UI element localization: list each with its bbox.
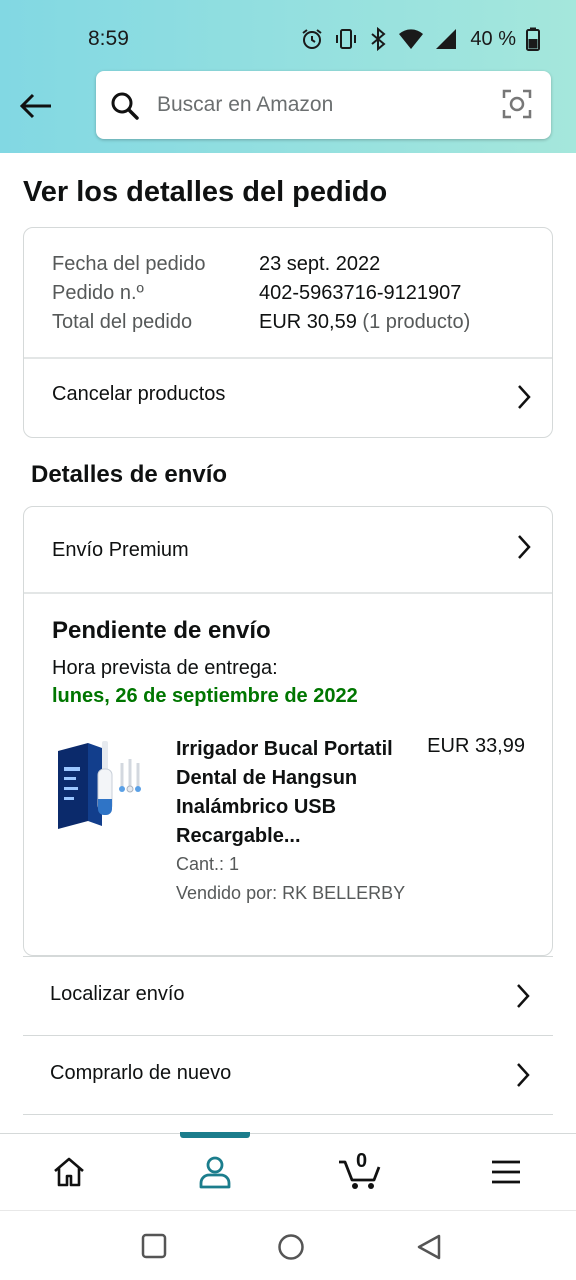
order-total-label: Total del pedido <box>52 311 193 333</box>
next-row-partial <box>23 1114 553 1134</box>
signal-icon <box>434 27 458 51</box>
shipping-method-label: Envío Premium <box>52 539 189 561</box>
cancel-items-label: Cancelar productos <box>52 383 226 405</box>
status-bar: 8:59 40 % <box>0 0 576 64</box>
order-summary-card: Fecha del pedido 23 sept. 2022 Pedido n.… <box>23 227 553 438</box>
buy-again-label: Comprarlo de nuevo <box>50 1062 232 1084</box>
search-icon <box>110 91 140 126</box>
divider <box>24 592 552 594</box>
home-button[interactable] <box>277 1233 305 1266</box>
page-title: Ver los detalles del pedido <box>23 176 388 208</box>
order-number-label: Pedido n.º <box>52 282 144 304</box>
app-header: 8:59 40 % Buscar en Amazon <box>0 0 576 153</box>
arrow-left-icon <box>19 93 51 119</box>
system-nav-bar <box>0 1210 576 1280</box>
status-icons: 40 % <box>300 24 540 54</box>
wifi-icon <box>398 28 424 50</box>
product-seller: Vendido por: RK BELLERBY <box>176 883 406 903</box>
nav-account[interactable] <box>195 1152 235 1192</box>
order-total: EUR 30,59 (1 producto) <box>259 311 470 334</box>
order-number-value: 402-5963716-9121907 <box>259 282 462 304</box>
user-icon <box>199 1156 231 1189</box>
hamburger-menu-icon <box>492 1160 520 1184</box>
circle-icon <box>278 1234 304 1260</box>
back-button[interactable] <box>16 86 56 126</box>
track-package-row[interactable]: Localizar envío <box>23 956 553 1035</box>
product-image[interactable] <box>52 733 152 837</box>
triangle-back-icon <box>417 1234 441 1260</box>
shipment-card: Envío Premium Pendiente de envío Hora pr… <box>23 506 553 956</box>
shipment-status: Pendiente de envío <box>52 617 271 644</box>
cart-count-badge: 0 <box>356 1150 368 1172</box>
search-placeholder: Buscar en Amazon <box>157 93 334 116</box>
vibrate-icon <box>334 27 358 51</box>
active-tab-indicator <box>180 1132 250 1138</box>
cancel-items-row[interactable]: Cancelar productos <box>24 359 552 437</box>
status-time: 8:59 <box>88 27 129 50</box>
track-package-label: Localizar envío <box>50 983 185 1005</box>
order-item-count: (1 producto) <box>362 311 471 333</box>
bluetooth-icon <box>368 27 388 51</box>
order-total-value: EUR 30,59 <box>259 311 357 333</box>
battery-icon <box>526 27 540 51</box>
nav-menu[interactable] <box>486 1152 526 1192</box>
recents-button[interactable] <box>141 1233 167 1264</box>
chevron-right-icon <box>515 1061 531 1094</box>
square-icon <box>141 1233 167 1259</box>
back-nav-button[interactable] <box>415 1233 443 1266</box>
battery-level: 40 % <box>470 27 516 50</box>
buy-again-row[interactable]: Comprarlo de nuevo <box>23 1035 553 1114</box>
bottom-nav <box>0 1132 576 1210</box>
order-date-label: Fecha del pedido <box>52 253 206 275</box>
camera-search-icon[interactable] <box>501 88 533 125</box>
product-quantity: Cant.: 1 <box>176 854 240 874</box>
nav-home[interactable] <box>49 1152 89 1192</box>
product-title[interactable]: Irrigador Bucal Portatil Dental de Hangs… <box>176 735 406 851</box>
shipping-method-row[interactable]: Envío Premium <box>24 507 552 592</box>
product-price: EUR 33,99 <box>427 735 525 757</box>
delivery-estimate-label: Hora prevista de entrega: <box>52 657 278 679</box>
home-icon <box>54 1157 84 1187</box>
shipping-section-title: Detalles de envío <box>31 461 228 488</box>
chevron-right-icon <box>516 533 532 566</box>
chevron-right-icon <box>516 383 532 416</box>
search-input[interactable]: Buscar en Amazon <box>96 71 551 139</box>
order-date-value: 23 sept. 2022 <box>259 253 381 275</box>
alarm-icon <box>300 27 324 51</box>
delivery-date: lunes, 26 de septiembre de 2022 <box>52 685 358 707</box>
chevron-right-icon <box>515 982 531 1015</box>
